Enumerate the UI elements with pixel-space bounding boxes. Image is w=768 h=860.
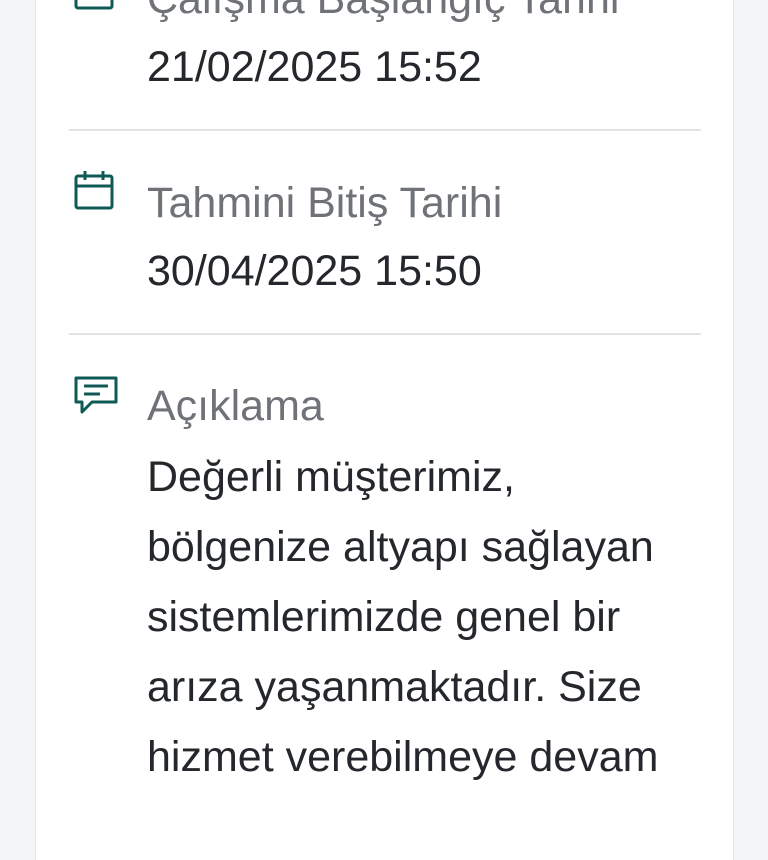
description-line: hizmet verebilmeye devam <box>147 733 659 781</box>
divider <box>69 333 701 335</box>
end-date-label: Tahmini Bitiş Tarihi <box>147 179 503 227</box>
description-label: Açıklama <box>147 382 324 430</box>
description-line: Değerli müşterimiz, <box>147 453 515 501</box>
work-info-card: Çalışma Başlangıç Tarihi 21/02/2025 15:5… <box>35 0 734 860</box>
comment-icon <box>72 374 118 418</box>
calendar-icon <box>72 0 116 12</box>
start-date-label: Çalışma Başlangıç Tarihi <box>147 0 619 21</box>
divider <box>69 129 701 131</box>
description-line: sistemlerimizde genel bir <box>147 593 621 641</box>
start-date-value: 21/02/2025 15:52 <box>147 43 482 91</box>
description-line: bölgenize altyapı sağlayan <box>147 523 654 571</box>
end-date-value: 30/04/2025 15:50 <box>147 247 482 295</box>
description-line: arıza yaşanmaktadır. Size <box>147 663 642 711</box>
calendar-icon <box>72 168 116 212</box>
